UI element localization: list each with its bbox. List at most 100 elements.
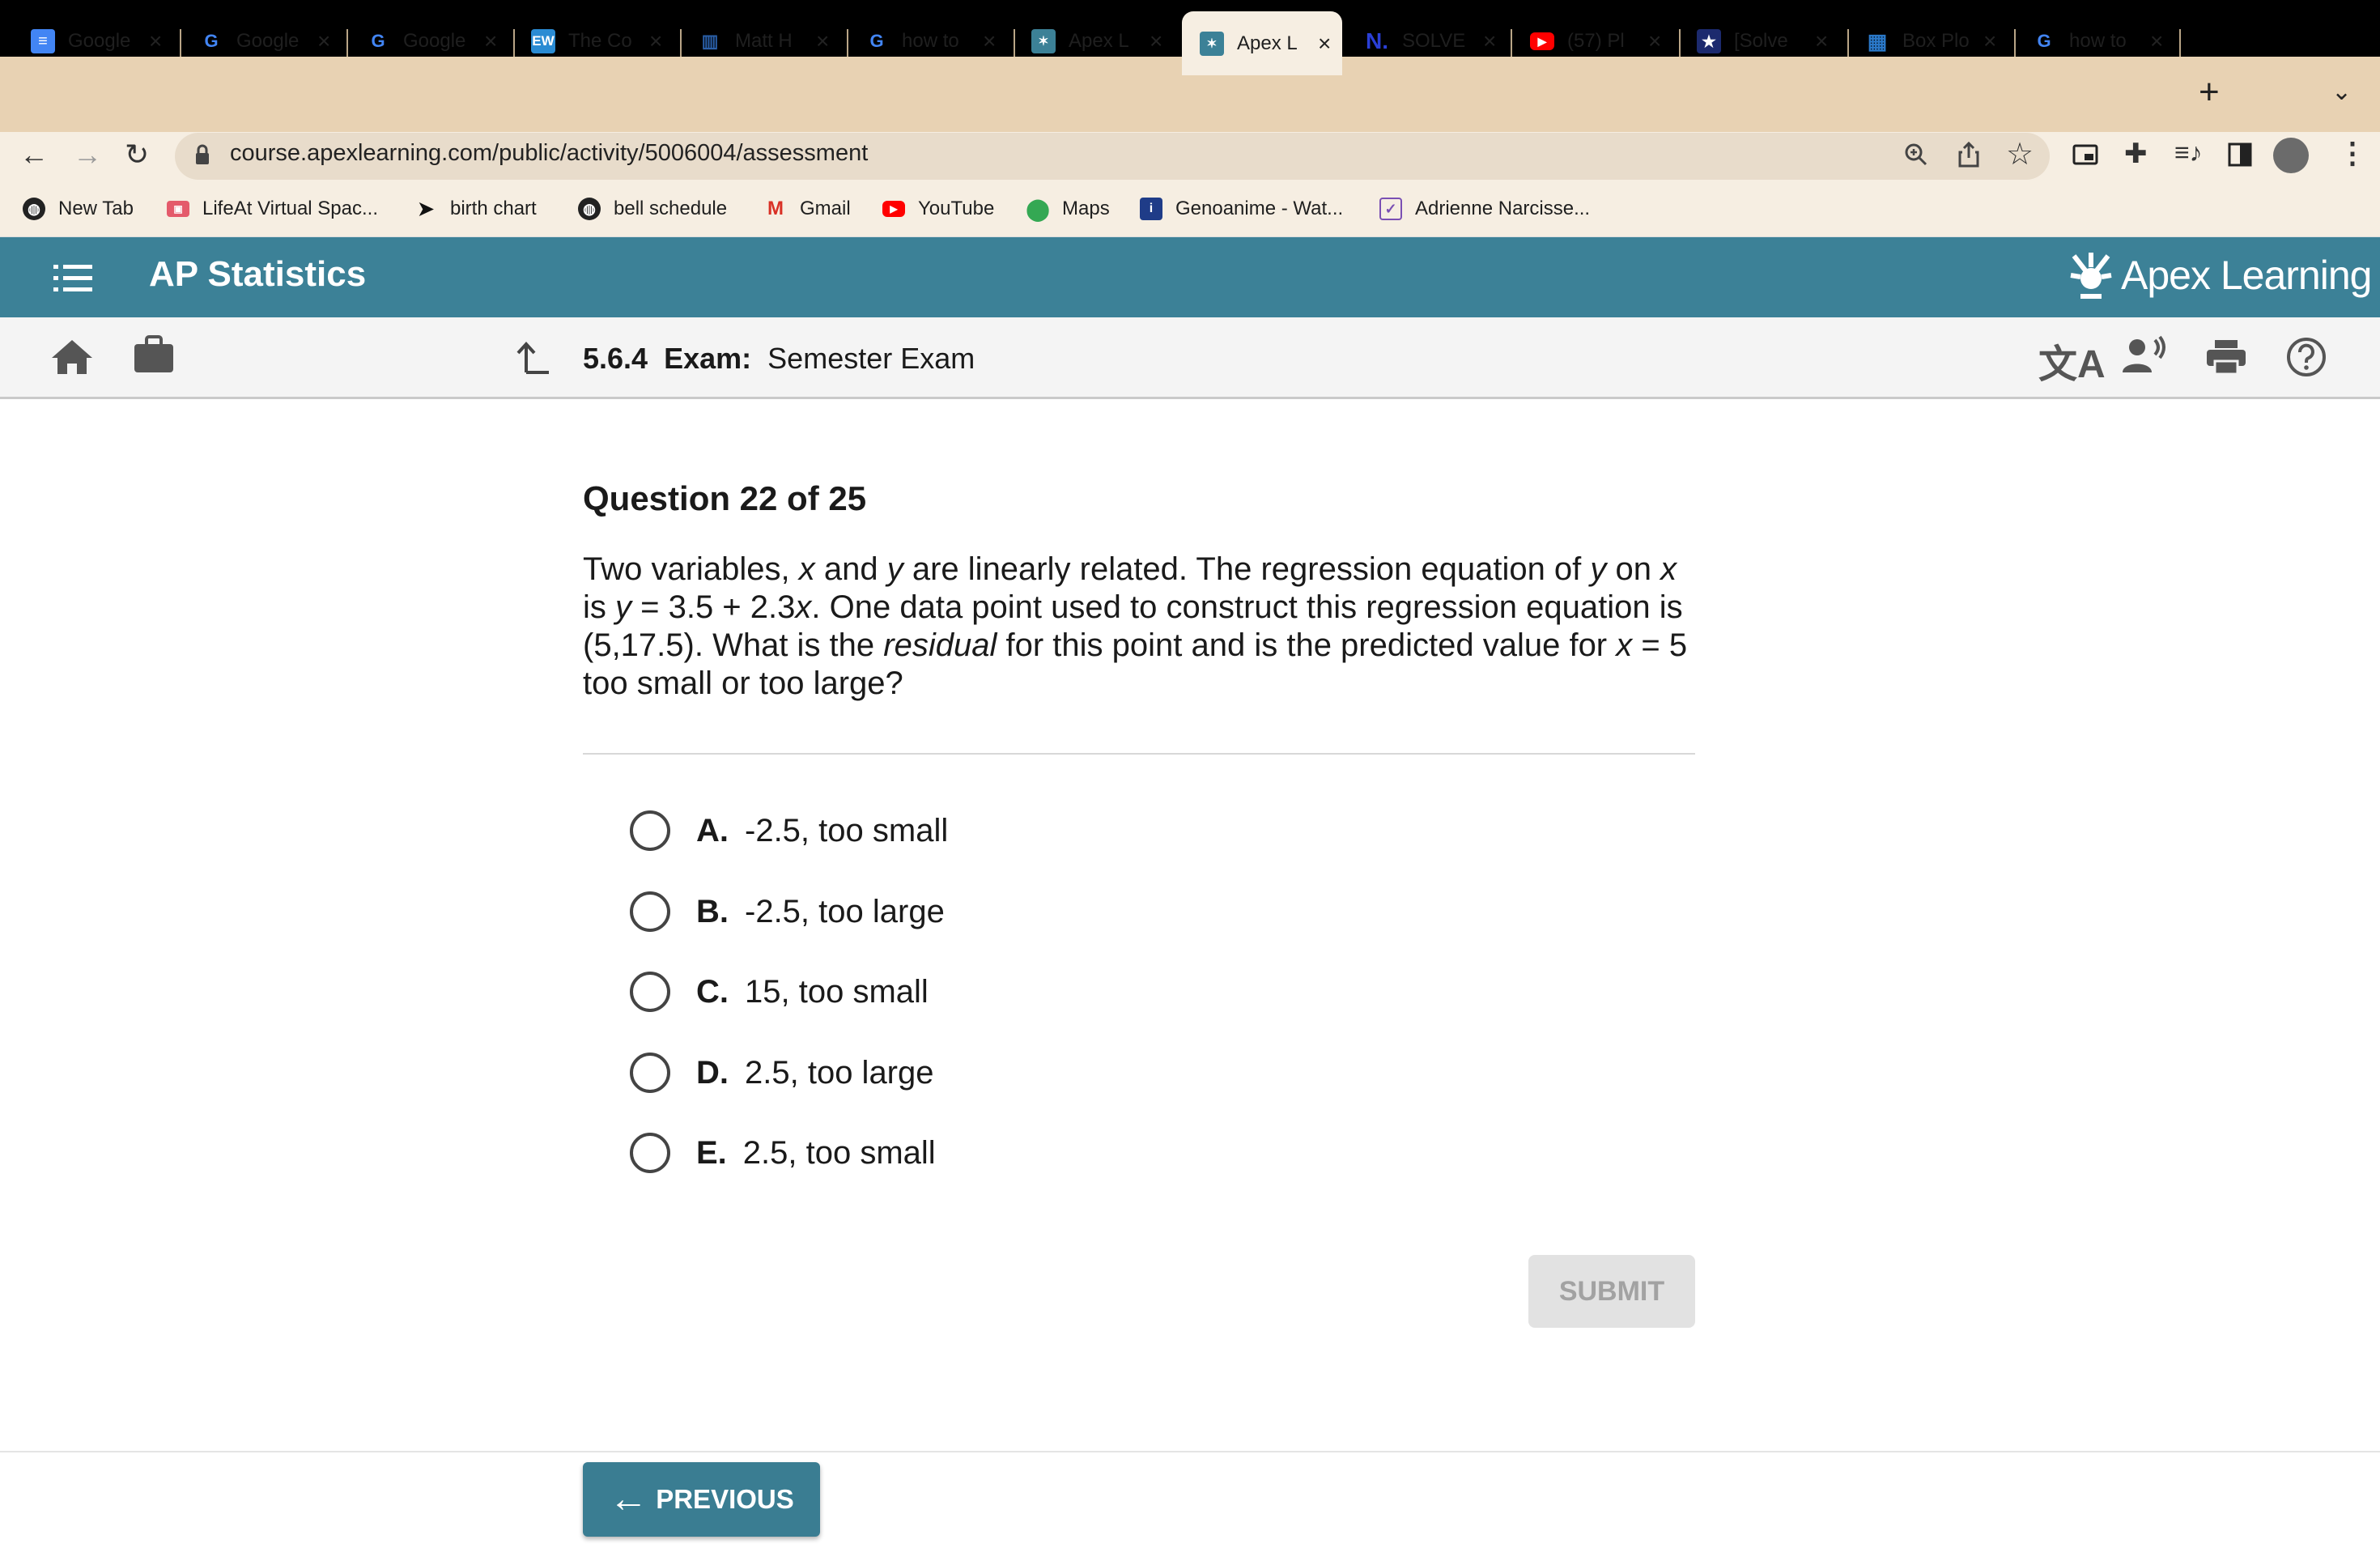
submit-button[interactable]: SUBMIT: [1528, 1255, 1695, 1328]
question-divider: [583, 753, 1695, 755]
tab-separator: [847, 29, 848, 57]
share-icon[interactable]: [1957, 141, 1980, 168]
bookmark-item[interactable]: M Gmail: [764, 198, 851, 220]
close-tab-icon[interactable]: ×: [1150, 28, 1162, 54]
library-icon: ▥: [701, 31, 719, 51]
globe-icon: ◍: [578, 198, 601, 220]
close-tab-icon[interactable]: ×: [149, 28, 162, 54]
forward-arrow-icon[interactable]: →: [73, 138, 102, 172]
bookmark-item[interactable]: ➤ birth chart: [414, 198, 537, 220]
picture-in-picture-icon[interactable]: [2072, 144, 2098, 165]
browser-tab[interactable]: ▦ Box Plo ×: [1865, 16, 1997, 66]
answer-option-c[interactable]: C. 15, too small: [630, 969, 929, 1014]
close-tab-icon[interactable]: ×: [1648, 28, 1661, 54]
apex-learning-logo: Apex Learning: [2069, 251, 2372, 300]
browser-tab[interactable]: G Google ×: [366, 16, 497, 66]
close-tab-icon[interactable]: ×: [816, 28, 829, 54]
bookmark-item[interactable]: ▶ YouTube: [882, 198, 994, 220]
radio-button[interactable]: [630, 1133, 670, 1173]
tab-search-chevron-icon[interactable]: ⌄: [2331, 78, 2352, 106]
star-badge-icon: ★: [1697, 29, 1721, 53]
media-queue-icon[interactable]: ≡♪: [2174, 138, 2203, 168]
home-icon[interactable]: [50, 338, 94, 376]
close-tab-icon[interactable]: ×: [1318, 31, 1331, 57]
bookmark-item[interactable]: ✓ Adrienne Narcisse...: [1379, 198, 1590, 220]
browser-tab[interactable]: ✶ Apex L ×: [1031, 16, 1162, 66]
bookmark-item[interactable]: i Genoanime - Wat...: [1140, 198, 1343, 220]
translate-icon[interactable]: 文A: [2038, 332, 2106, 389]
side-panel-icon[interactable]: [2228, 142, 2252, 167]
activity-type: Exam:: [664, 342, 752, 375]
left-arrow-icon: ←: [609, 1478, 648, 1520]
browser-tab[interactable]: EW The Co ×: [531, 16, 662, 66]
apex-icon: ✶: [1031, 29, 1056, 53]
close-tab-icon[interactable]: ×: [649, 28, 662, 54]
close-tab-icon[interactable]: ×: [2150, 28, 2163, 54]
radio-button[interactable]: [630, 891, 670, 932]
answer-option-d[interactable]: D. 2.5, too large: [630, 1050, 934, 1095]
apex-icon: ✶: [1200, 31, 1224, 56]
close-tab-icon[interactable]: ×: [1983, 28, 1996, 54]
google-docs-icon: ≡: [31, 29, 55, 53]
bookmark-item[interactable]: ⬤ Maps: [1026, 197, 1109, 221]
course-title: AP Statistics: [149, 254, 367, 294]
text-to-speech-icon[interactable]: [2121, 335, 2168, 376]
menu-list-icon[interactable]: [53, 265, 92, 292]
answer-option-e[interactable]: E. 2.5, too small: [630, 1130, 936, 1176]
question-text: Two variables, x and y are linearly rela…: [583, 551, 1688, 701]
close-tab-icon[interactable]: ×: [1483, 28, 1496, 54]
radio-button[interactable]: [630, 810, 670, 851]
tab-separator: [180, 29, 181, 57]
help-icon[interactable]: [2286, 337, 2327, 377]
browser-tab[interactable]: G Google ×: [199, 16, 330, 66]
previous-button[interactable]: ← PREVIOUS: [583, 1462, 820, 1537]
close-tab-icon[interactable]: ×: [983, 28, 996, 54]
close-tab-icon[interactable]: ×: [484, 28, 497, 54]
url-text[interactable]: course.apexlearning.com/public/activity/…: [230, 140, 868, 167]
radio-button[interactable]: [630, 1053, 670, 1093]
browser-tab[interactable]: ▶ (57) Pl ×: [1530, 16, 1661, 66]
answer-option-a[interactable]: A. -2.5, too small: [630, 808, 948, 853]
lock-icon: [196, 144, 209, 164]
globe-icon: ◍: [23, 198, 45, 220]
google-icon: G: [204, 31, 219, 51]
bookmark-star-icon[interactable]: ☆: [2006, 136, 2034, 172]
answer-option-b[interactable]: B. -2.5, too large: [630, 889, 945, 934]
youtube-icon: ▶: [1530, 32, 1554, 50]
apex-logo-mark-icon: [2070, 253, 2112, 299]
genoanime-icon: i: [1140, 198, 1162, 220]
extensions-puzzle-icon[interactable]: ✚: [2124, 138, 2148, 170]
back-arrow-icon[interactable]: ←: [19, 138, 49, 172]
browser-menu-icon[interactable]: ⋮: [2338, 136, 2367, 170]
tab-separator: [513, 29, 515, 57]
close-tab-icon[interactable]: ×: [317, 28, 330, 54]
browser-tab[interactable]: ★ [Solve ×: [1697, 16, 1828, 66]
up-level-arrow-icon[interactable]: [515, 340, 550, 376]
tab-separator: [1511, 29, 1512, 57]
tab-separator: [2014, 29, 2016, 57]
close-tab-icon[interactable]: ×: [1815, 28, 1828, 54]
zoom-icon[interactable]: [1904, 142, 1928, 167]
tab-separator: [1014, 29, 1015, 57]
browser-tab[interactable]: ≡ Google ×: [31, 16, 162, 66]
reload-icon[interactable]: ↻: [125, 138, 149, 172]
browser-tab[interactable]: N. SOLVE ×: [1365, 16, 1496, 66]
browser-tab[interactable]: G how to ×: [865, 16, 996, 66]
briefcase-icon[interactable]: [133, 335, 175, 374]
tab-separator: [2179, 29, 2181, 57]
bookmark-item[interactable]: ◍ New Tab: [23, 198, 134, 220]
new-tab-button[interactable]: +: [2199, 74, 2220, 110]
bookmark-item[interactable]: ◍ bell schedule: [578, 198, 727, 220]
print-icon[interactable]: [2205, 338, 2247, 376]
browser-tab-active[interactable]: ✶ Apex L ×: [1182, 11, 1343, 75]
radio-button[interactable]: [630, 972, 670, 1012]
browser-tab[interactable]: G how to ×: [2032, 16, 2163, 66]
bookmark-item[interactable]: ▣ LifeAt Virtual Spac...: [167, 198, 378, 220]
profile-avatar[interactable]: [2273, 138, 2309, 173]
tab-separator: [346, 29, 348, 57]
google-icon: G: [869, 31, 884, 51]
breadcrumb: 5.6.4 Exam: Semester Exam: [583, 342, 975, 376]
browser-tab[interactable]: ▥ Matt H ×: [698, 16, 830, 66]
activity-toolbar: [0, 317, 2380, 399]
ew-icon: EW: [531, 29, 555, 53]
